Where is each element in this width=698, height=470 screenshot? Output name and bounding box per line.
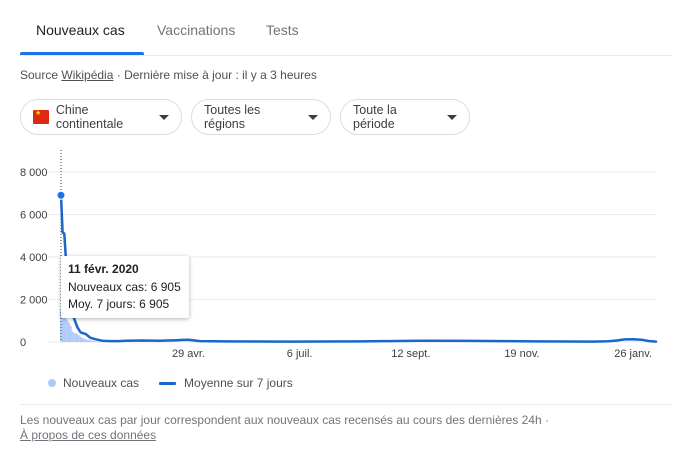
tab-vaccinations[interactable]: Vaccinations bbox=[157, 22, 235, 38]
subregion-dropdown[interactable]: Toutes les régions bbox=[191, 99, 331, 135]
tooltip-date: 11 févr. 2020 bbox=[68, 262, 139, 276]
footnote-text: Les nouveaux cas par jour correspondent … bbox=[20, 413, 549, 427]
tooltip-new-cases: Nouveaux cas: 6 905 bbox=[68, 280, 181, 294]
chart-tooltip: 11 févr. 2020 Nouveaux cas: 6 905 Moy. 7… bbox=[61, 256, 189, 318]
new-cases-bar bbox=[76, 333, 79, 342]
tab-tests[interactable]: Tests bbox=[266, 22, 299, 38]
source-prefix: Source bbox=[20, 68, 59, 82]
y-tick-label: 0 bbox=[20, 337, 26, 349]
average-legend-marker bbox=[159, 381, 177, 385]
new-cases-bar bbox=[79, 336, 82, 342]
china-flag-icon bbox=[33, 109, 49, 124]
period-dropdown-label: Toute la période bbox=[353, 103, 397, 131]
new-cases-bar bbox=[91, 340, 93, 342]
last-update-text: · Dernière mise à jour : il y a 3 heures bbox=[116, 68, 317, 82]
highlight-point bbox=[56, 190, 66, 200]
region-dropdown[interactable]: Chine continentale bbox=[20, 99, 182, 135]
footer-divider bbox=[20, 404, 672, 405]
x-tick-label: 26 janv. bbox=[614, 348, 652, 360]
source-line: Source Wikipédia · Dernière mise à jour … bbox=[20, 68, 317, 82]
new-cases-bar bbox=[69, 326, 72, 342]
new-cases-bar bbox=[92, 340, 95, 342]
x-tick-label: 6 juil. bbox=[287, 348, 313, 360]
tab-bar: Nouveaux cas Vaccinations Tests bbox=[20, 0, 672, 56]
x-tick-label: 19 nov. bbox=[504, 348, 539, 360]
x-tick-label: 12 sept. bbox=[391, 348, 430, 360]
average-legend-label: Moyenne sur 7 jours bbox=[184, 376, 293, 390]
new-cases-bar bbox=[74, 333, 77, 342]
new-cases-legend-label: Nouveaux cas bbox=[63, 376, 140, 390]
new-cases-bar bbox=[84, 339, 87, 342]
source-link[interactable]: Wikipédia bbox=[61, 68, 113, 82]
new-cases-bar bbox=[94, 341, 97, 342]
y-tick-label: 8 000 bbox=[20, 167, 48, 179]
chevron-down-icon bbox=[447, 114, 457, 120]
new-cases-bar bbox=[71, 331, 74, 342]
new-cases-bar bbox=[86, 339, 88, 342]
chart-legend: Nouveaux cas Moyenne sur 7 jours bbox=[48, 376, 293, 390]
tab-new-cases[interactable]: Nouveaux cas bbox=[36, 22, 125, 38]
new-cases-bar bbox=[78, 335, 80, 342]
y-tick-label: 4 000 bbox=[20, 252, 48, 264]
new-cases-bar bbox=[81, 337, 84, 342]
region-dropdown-label: Chine continentale bbox=[55, 103, 124, 131]
subregion-dropdown-label: Toutes les régions bbox=[204, 103, 261, 131]
period-dropdown[interactable]: Toute la période bbox=[340, 99, 470, 135]
active-tab-indicator bbox=[20, 52, 144, 55]
footnote: Les nouveaux cas par jour correspondent … bbox=[20, 413, 549, 443]
new-cases-bar bbox=[89, 340, 92, 342]
x-tick-label: 29 avr. bbox=[172, 348, 205, 360]
tooltip-average: Moy. 7 jours: 6 905 bbox=[68, 297, 170, 311]
chevron-down-icon bbox=[308, 114, 318, 120]
y-tick-label: 2 000 bbox=[20, 295, 48, 307]
chevron-down-icon bbox=[159, 114, 169, 120]
new-cases-bar bbox=[87, 339, 90, 342]
new-cases-bar bbox=[66, 320, 69, 342]
y-tick-label: 6 000 bbox=[20, 210, 48, 222]
new-cases-bar bbox=[73, 332, 75, 342]
new-cases-bar bbox=[83, 338, 85, 342]
new-cases-bar bbox=[96, 341, 98, 342]
new-cases-bar bbox=[68, 322, 70, 342]
new-cases-legend-marker bbox=[48, 379, 56, 387]
about-data-link[interactable]: À propos de ces données bbox=[20, 428, 156, 442]
